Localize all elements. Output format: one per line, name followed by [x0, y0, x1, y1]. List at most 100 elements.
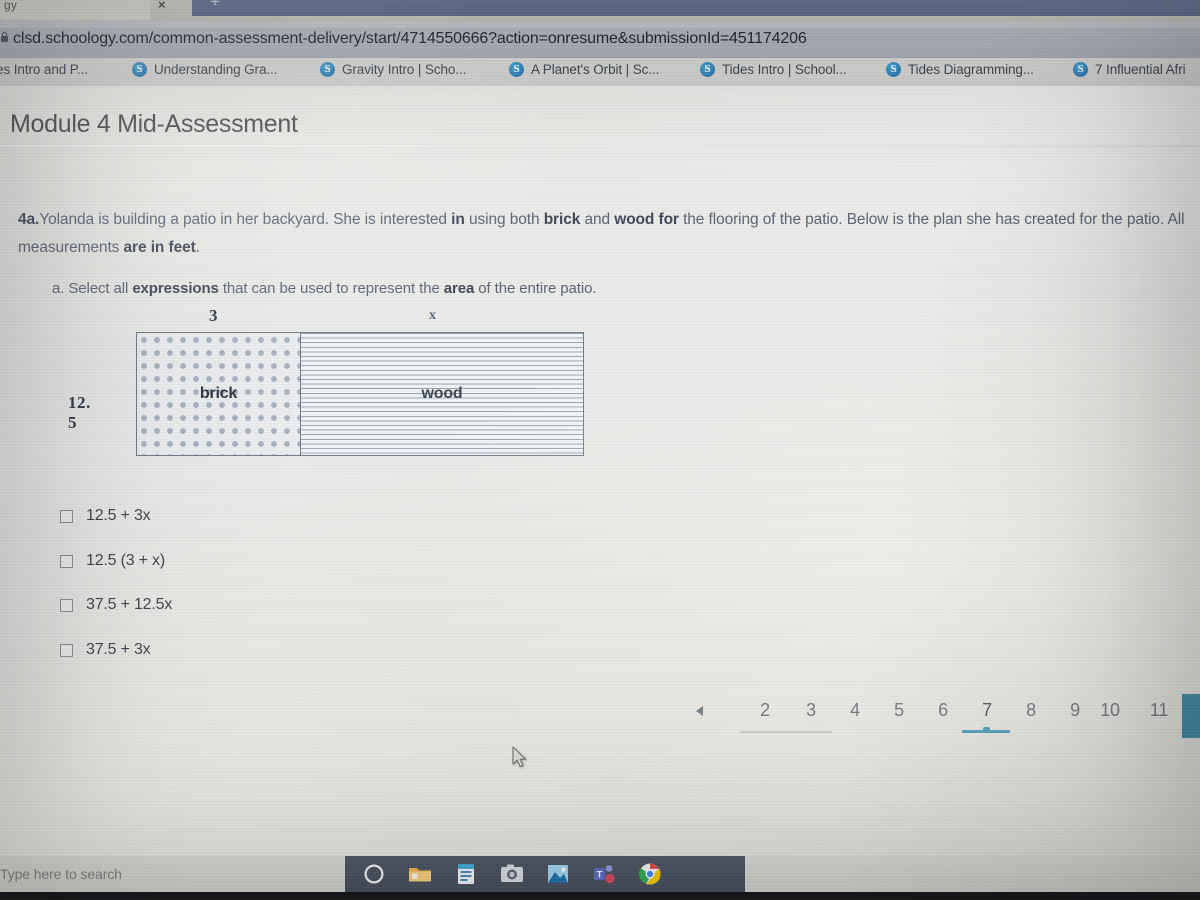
question-bold-brick: brick — [543, 211, 581, 228]
chrome-icon[interactable] — [637, 861, 663, 887]
taskbar-search-input[interactable]: Type here to search — [0, 866, 122, 882]
bookmark-label: Tides Diagramming... — [908, 62, 1034, 77]
pager-page-5[interactable]: 5 — [886, 700, 912, 721]
new-tab-area[interactable] — [192, 0, 1200, 16]
photos-icon[interactable] — [545, 861, 571, 887]
question-stem: 4a.Yolanda is building a patio in her ba… — [18, 206, 1193, 262]
schoology-icon: S — [132, 62, 147, 77]
close-icon[interactable]: × — [158, 0, 166, 12]
answer-choice-label: 37.5 + 12.5x — [86, 596, 173, 613]
bookmark-label: oses Intro and P... — [0, 62, 88, 77]
pager-page-11[interactable]: 11 — [1146, 700, 1172, 721]
schoology-icon: S — [509, 62, 524, 77]
checkbox-2[interactable] — [60, 554, 73, 568]
question-text-d: the flooring of the patio. Below is the … — [678, 211, 1020, 228]
question-bold-for: for — [654, 211, 679, 228]
taskbar-icon-tray: T — [345, 856, 745, 892]
patio-wood-section: wood — [301, 333, 583, 455]
bookmark-item[interactable]: S A Planet's Orbit | Sc... — [509, 62, 659, 77]
camera-icon[interactable] — [499, 861, 525, 887]
schoology-icon: S — [700, 62, 715, 77]
browser-tab-title: gy — [4, 0, 18, 12]
page-title: Module 4 Mid-Assessment — [10, 110, 298, 138]
prev-page-arrow-icon[interactable] — [696, 706, 703, 716]
bookmark-label: A Planet's Orbit | Sc... — [531, 62, 660, 77]
cortana-icon[interactable] — [361, 861, 387, 887]
checkbox-4[interactable] — [60, 643, 73, 657]
bookmark-label: Tides Intro | School... — [722, 62, 847, 77]
pager-page-3[interactable]: 3 — [798, 700, 824, 721]
bookmark-label: Understanding Gra... — [154, 62, 278, 77]
microsoft-store-icon[interactable] — [453, 861, 479, 887]
bookmark-label: Gravity Intro | Scho... — [342, 62, 467, 77]
title-divider — [0, 145, 1200, 147]
schoology-icon: S — [320, 62, 335, 77]
patio-brick-section: brick — [137, 333, 301, 455]
plus-icon[interactable]: + — [210, 0, 220, 12]
subquestion-text-c: of the entire patio. — [474, 280, 597, 297]
question-number: 4a. — [18, 211, 40, 228]
svg-text:T: T — [597, 870, 603, 880]
schoology-icon: S — [886, 62, 901, 77]
browser-address-bar[interactable]: clsd.schoology.com/common-assessment-del… — [0, 22, 1200, 58]
subquestion-text-b: that can be used to represent the — [218, 280, 444, 297]
schoology-icon: S — [1073, 62, 1088, 77]
diagram-label-wood-width: x — [429, 308, 436, 323]
bookmark-item[interactable]: S Tides Intro | School... — [700, 62, 847, 77]
answer-choice-1[interactable]: 12.5 + 3x — [60, 507, 151, 525]
subquestion-a: a. Select all expressions that can be us… — [52, 280, 596, 297]
browser-tab-strip: gy × + — [0, 0, 1200, 22]
mouse-cursor-icon — [512, 746, 527, 768]
pager-current-indicator — [962, 727, 1010, 733]
pager-visited-underline — [740, 731, 832, 733]
answer-choice-3[interactable]: 37.5 + 12.5x — [60, 596, 172, 614]
answer-choice-label: 37.5 + 3x — [86, 641, 151, 658]
question-text-a: Yolanda is building a patio in her backy… — [39, 211, 452, 228]
pager-page-9[interactable]: 9 — [1062, 700, 1088, 721]
bookmark-label: 7 Influential Afri — [1095, 62, 1186, 77]
diagram-label-brick-width: 3 — [209, 306, 218, 325]
file-explorer-icon[interactable] — [407, 861, 433, 887]
checkbox-1[interactable] — [60, 509, 73, 523]
subquestion-bold-expressions: expressions — [132, 280, 219, 297]
screen-photo: gy × + clsd.schoology.com/common-assessm… — [0, 0, 1200, 900]
pager-page-8[interactable]: 8 — [1018, 700, 1044, 721]
patio-rectangle: brick wood — [136, 332, 584, 456]
address-bar-highlight — [0, 22, 1200, 28]
browser-tab-active[interactable] — [0, 0, 150, 20]
bookmark-item[interactable]: S Gravity Intro | Scho... — [320, 62, 466, 77]
brick-label: brick — [199, 385, 238, 402]
answer-choice-4[interactable]: 37.5 + 3x — [60, 641, 151, 659]
screen-bezel — [0, 892, 1200, 900]
question-bold-in: in — [451, 211, 465, 228]
url-text[interactable]: clsd.schoology.com/common-assessment-del… — [13, 30, 807, 48]
answer-choice-label: 12.5 (3 + x) — [86, 552, 165, 569]
checkbox-3[interactable] — [60, 598, 73, 612]
question-text-b: using both — [464, 211, 544, 228]
pager-page-7-current[interactable]: 7 — [974, 700, 1000, 721]
pager-page-4[interactable]: 4 — [842, 700, 868, 721]
question-text-c: and — [580, 211, 615, 228]
padlock-icon — [1, 31, 8, 42]
pager-page-10[interactable]: 10 — [1097, 700, 1123, 721]
question-text-f: . — [195, 239, 200, 256]
bookmarks-bar: oses Intro and P... S Understanding Gra.… — [0, 58, 1200, 86]
question-bold-are-in: are in — [123, 239, 165, 256]
windows-taskbar: Type here to search T — [0, 856, 1200, 892]
subquestion-bold-area: area — [443, 280, 475, 297]
teams-icon[interactable]: T — [591, 861, 617, 887]
pager-page-2[interactable]: 2 — [752, 700, 778, 721]
question-bold-feet: feet — [164, 239, 196, 256]
answer-choice-2[interactable]: 12.5 (3 + x) — [60, 552, 165, 570]
answer-choice-label: 12.5 + 3x — [86, 507, 151, 524]
assessment-page: Module 4 Mid-Assessment 4a.Yolanda is bu… — [0, 86, 1200, 856]
pager-page-6[interactable]: 6 — [930, 700, 956, 721]
bookmark-item[interactable]: S Understanding Gra... — [132, 62, 277, 77]
bookmark-item[interactable]: S 7 Influential Afri — [1073, 62, 1186, 77]
question-bold-wood: wood — [614, 211, 655, 228]
next-page-button[interactable] — [1182, 694, 1200, 738]
bookmark-item[interactable]: oses Intro and P... — [0, 62, 88, 77]
diagram-label-height: 12. 5 — [68, 393, 91, 432]
bookmark-item[interactable]: S Tides Diagramming... — [886, 62, 1034, 77]
wood-label: wood — [421, 385, 463, 402]
